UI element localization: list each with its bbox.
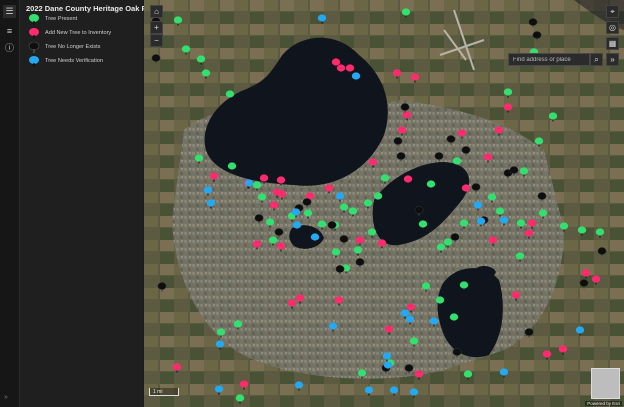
collapse-panel-icon[interactable]: » xyxy=(4,394,8,401)
zoom-in-button[interactable]: + xyxy=(150,21,163,34)
layer-list-icon[interactable]: ☰ xyxy=(3,5,16,18)
attribution-text: Powered by Esri xyxy=(585,401,622,406)
legend-item-tree-present: Tree Present xyxy=(28,13,77,25)
search-input[interactable] xyxy=(508,53,590,66)
legend-icon[interactable]: ≡ xyxy=(3,24,16,37)
legend-label: Tree Needs Verification xyxy=(45,58,103,64)
green-tree-icon xyxy=(29,14,39,25)
blue-tree-icon xyxy=(29,56,39,67)
expand-toolbar-button[interactable]: » xyxy=(606,53,619,66)
left-toolbar-rail: ☰ ≡ ⓘ » xyxy=(0,0,20,407)
overview-map-thumbnail[interactable] xyxy=(591,368,620,399)
legend-panel: 2022 Dane County Heritage Oak Project Tr… xyxy=(20,0,167,407)
black-tree-icon xyxy=(28,41,40,53)
legend-item-tree-needs-verification: Tree Needs Verification xyxy=(28,55,103,67)
info-icon[interactable]: ⓘ xyxy=(3,41,16,54)
legend-label: Tree Present xyxy=(45,16,78,22)
map-view[interactable]: ⌂ + − ⌖ ◎ ▦ ⌕ » 1 mi Powered by Esri xyxy=(144,0,624,407)
locate-button[interactable]: ◎ xyxy=(606,21,619,34)
legend-item-add-new-tree: Add New Tree to Inventory xyxy=(28,27,111,39)
home-button[interactable]: ⌂ xyxy=(150,5,163,18)
basemap-gallery-button[interactable]: ▦ xyxy=(606,37,619,50)
red-tree-icon xyxy=(29,28,39,39)
compass-button[interactable]: ⌖ xyxy=(606,5,619,18)
legend-item-tree-no-longer-exists: Tree No Longer Exists xyxy=(28,41,100,53)
search-submit-button[interactable]: ⌕ xyxy=(590,53,603,66)
zoom-out-button[interactable]: − xyxy=(150,34,163,47)
legend-label: Add New Tree to Inventory xyxy=(45,30,112,36)
legend-label: Tree No Longer Exists xyxy=(45,44,101,50)
scale-bar: 1 mi xyxy=(149,388,179,396)
